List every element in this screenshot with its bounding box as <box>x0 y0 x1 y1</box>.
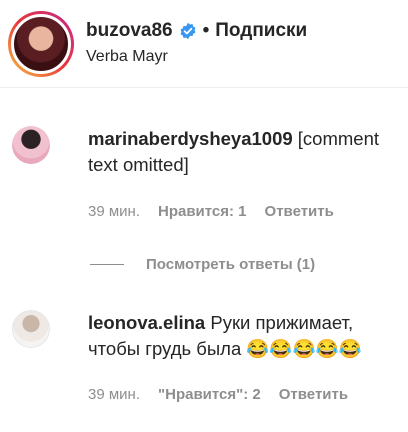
post-location[interactable]: Verba Mayr <box>86 48 168 66</box>
comment-body: leonova.elina Руки прижимает, чтобы груд… <box>88 310 393 362</box>
reply-button[interactable]: Ответить <box>265 203 334 220</box>
commenter-username[interactable]: marinaberdysheya1009 <box>88 128 293 149</box>
author-avatar[interactable] <box>8 11 74 77</box>
commenter-avatar[interactable] <box>12 126 50 164</box>
author-avatar-image <box>11 14 71 74</box>
reply-button[interactable]: Ответить <box>279 386 348 403</box>
view-replies: Посмотреть ответы (1) <box>90 256 315 273</box>
commenter-avatar[interactable] <box>12 310 50 348</box>
post-header: buzova86 • Подписки Verba Mayr <box>0 0 408 88</box>
commenter-username[interactable]: leonova.elina <box>88 312 205 333</box>
comment-meta: 39 мин. Нравится: 1 Ответить <box>88 203 334 220</box>
author-username[interactable]: buzova86 <box>86 20 173 42</box>
header-user-row: buzova86 • Подписки <box>86 20 307 42</box>
comment-time[interactable]: 39 мин. <box>88 386 140 403</box>
following-button[interactable]: Подписки <box>215 20 307 42</box>
view-replies-line <box>90 264 124 265</box>
comment-likes[interactable]: "Нравится": 2 <box>158 386 261 403</box>
separator-dot: • <box>202 20 210 41</box>
comment-likes[interactable]: Нравится: 1 <box>158 203 247 220</box>
comment-meta: 39 мин. "Нравится": 2 Ответить <box>88 386 348 403</box>
view-replies-button[interactable]: Посмотреть ответы (1) <box>146 256 315 273</box>
comment-time[interactable]: 39 мин. <box>88 203 140 220</box>
verified-badge-icon <box>179 22 197 40</box>
comment-body: marinaberdysheya1009 [comment text omitt… <box>88 126 393 178</box>
